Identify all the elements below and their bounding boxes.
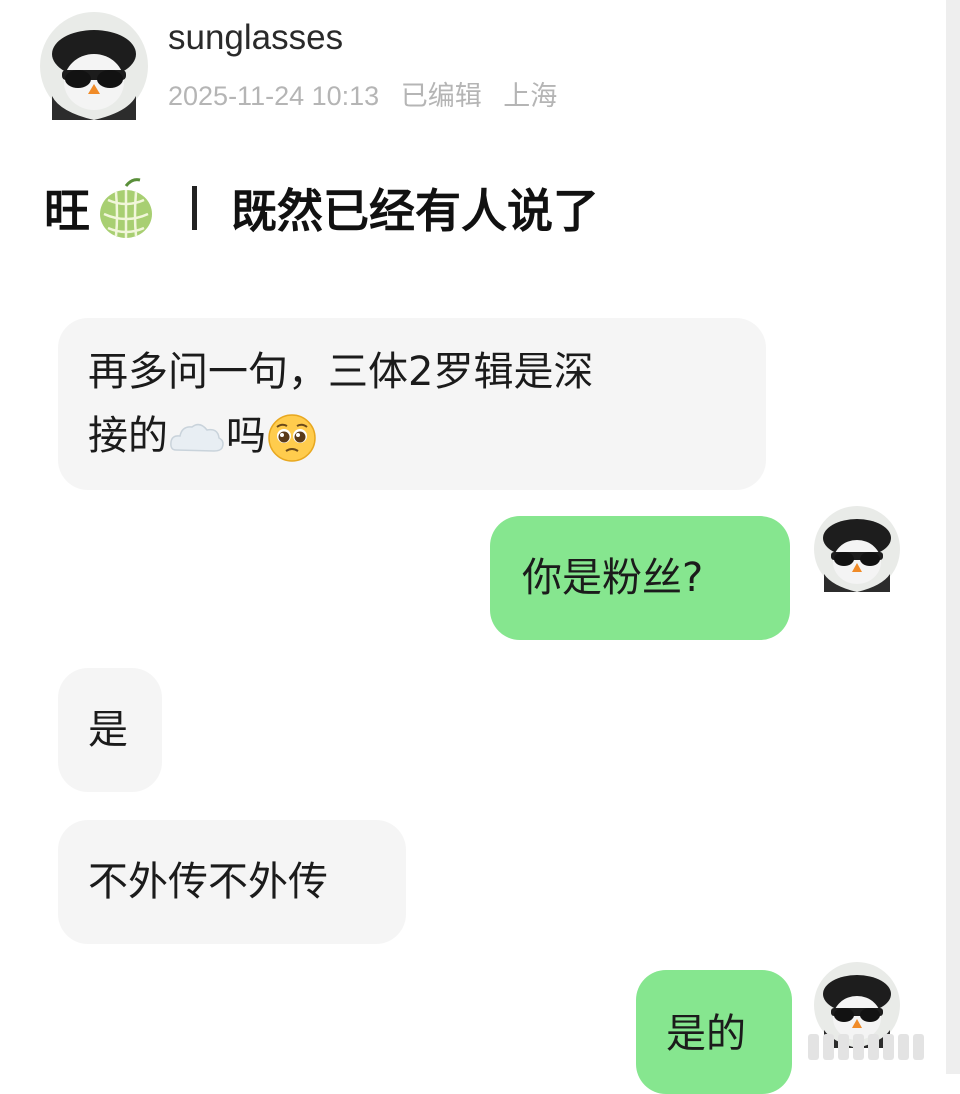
post-title: 旺 既然已经有人说了 bbox=[44, 172, 599, 244]
post-location: 上海 bbox=[503, 81, 558, 111]
title-prefix: 旺 bbox=[44, 184, 90, 238]
cloud-icon bbox=[170, 423, 224, 452]
outgoing-message[interactable]: 是的 bbox=[636, 970, 792, 1094]
title-divider bbox=[192, 186, 197, 230]
username[interactable]: sunglasses bbox=[168, 18, 343, 58]
post-timestamp: 2025-11-24 10:13 bbox=[168, 81, 380, 111]
user-avatar[interactable] bbox=[40, 12, 148, 120]
message-text: 你是粉丝? bbox=[522, 555, 704, 601]
message-text: 是 bbox=[88, 707, 128, 753]
sender-avatar[interactable] bbox=[814, 506, 900, 592]
scrollbar-track[interactable] bbox=[946, 0, 960, 1074]
watermark bbox=[808, 1034, 924, 1060]
incoming-message[interactable]: 再多问一句，三体2罗辑是深 接的 吗 bbox=[58, 318, 766, 490]
message-text-line1: 再多问一句，三体2罗辑是深 bbox=[88, 349, 594, 395]
message-text-line2: 接的 吗 bbox=[88, 404, 736, 468]
incoming-message[interactable]: 不外传不外传 bbox=[58, 820, 406, 944]
edited-label: 已编辑 bbox=[400, 81, 482, 111]
title-text: 既然已经有人说了 bbox=[231, 184, 599, 238]
pleading-face-icon bbox=[268, 414, 316, 462]
incoming-message[interactable]: 是 bbox=[58, 668, 162, 792]
message-text: 不外传不外传 bbox=[88, 859, 328, 905]
outgoing-message[interactable]: 你是粉丝? bbox=[490, 516, 790, 640]
message-text: 是的 bbox=[666, 1011, 746, 1057]
post-meta: 2025-11-24 10:13 已编辑 上海 bbox=[168, 74, 571, 113]
melon-icon bbox=[100, 178, 152, 238]
